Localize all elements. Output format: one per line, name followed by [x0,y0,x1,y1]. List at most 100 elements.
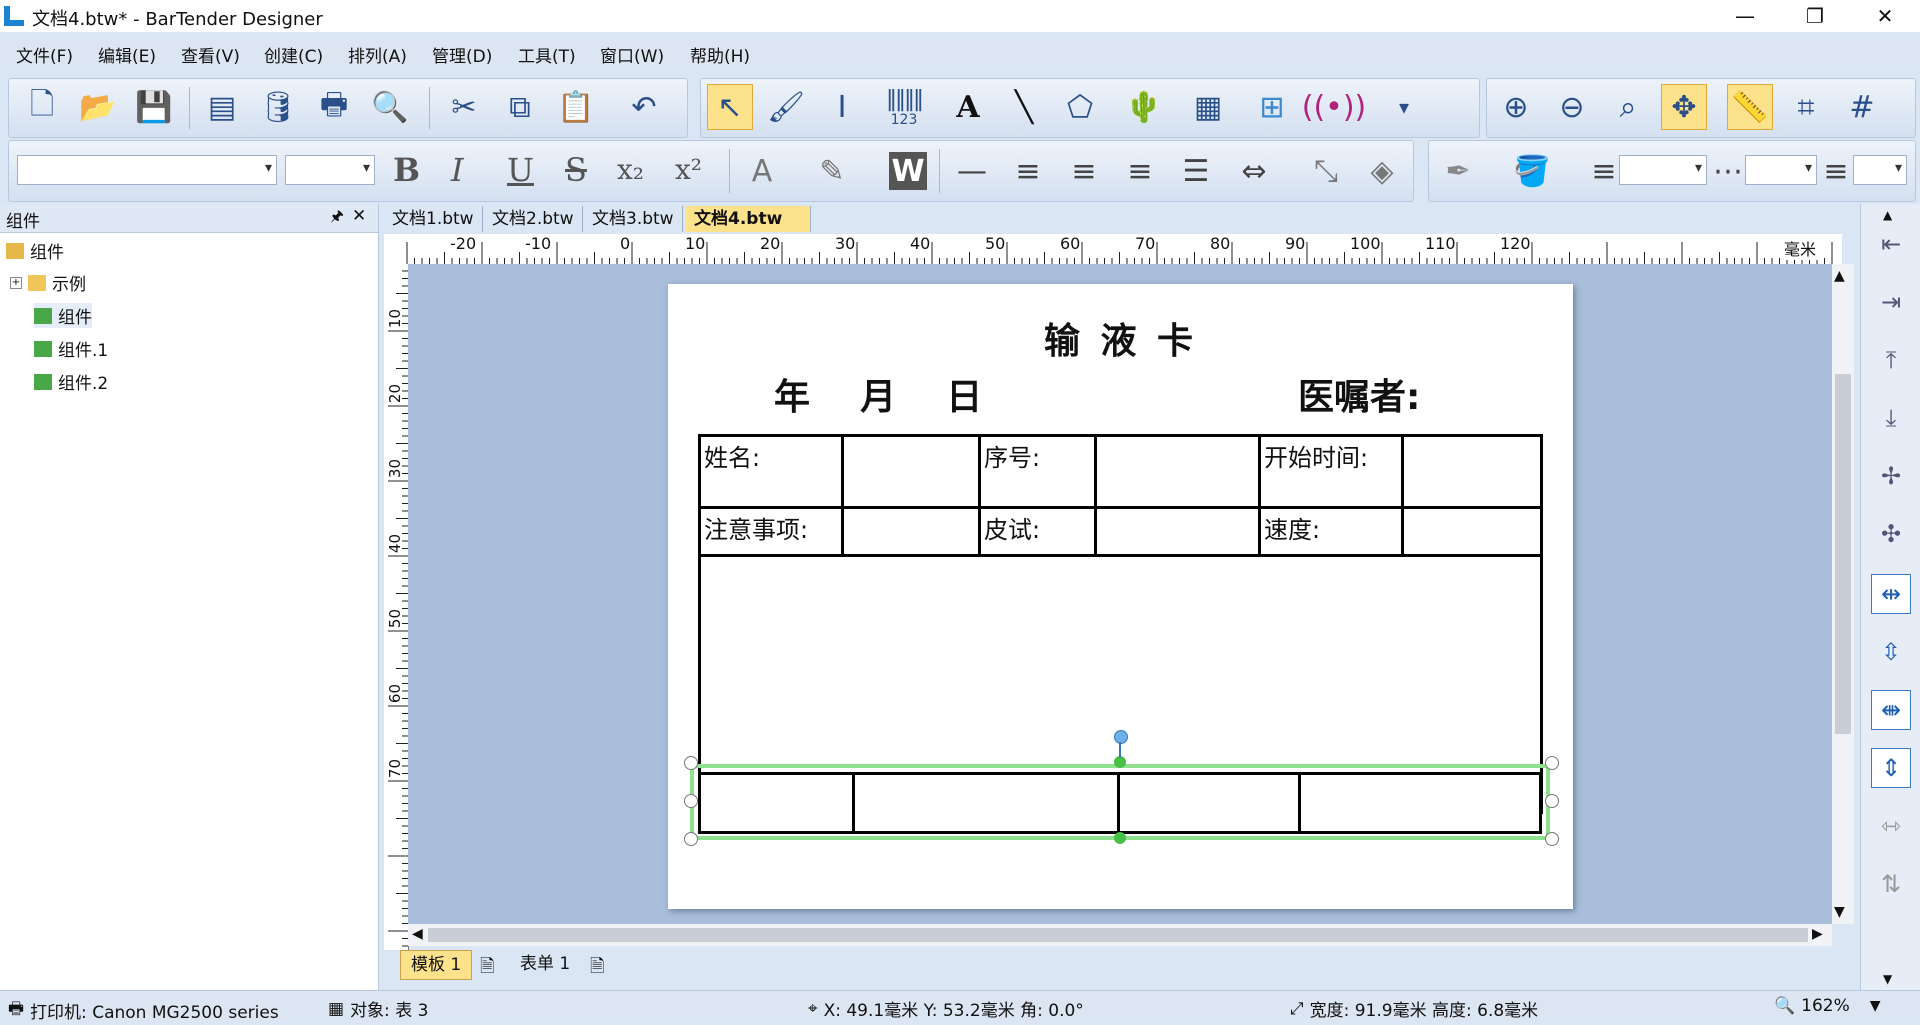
superscript-button[interactable]: x² [675,153,702,186]
resize-handle[interactable] [684,794,698,808]
font-color-icon[interactable]: A [739,148,785,194]
menu-help[interactable]: 帮助(H) [690,42,750,67]
save-icon[interactable]: 💾 [131,84,177,130]
scroll-thumb[interactable] [1835,374,1851,734]
table-cell[interactable]: 皮试: [984,510,1040,545]
italic-button[interactable]: I [451,151,464,189]
grid-toggle-icon[interactable]: # [1839,84,1885,130]
line-tool-icon[interactable]: ╲ [1001,84,1047,130]
menu-tools[interactable]: 工具(T) [518,42,576,67]
resize-handle[interactable] [1545,794,1559,808]
scroll-thumb[interactable] [428,928,1808,942]
align-center-icon[interactable]: ≡ [1061,148,1107,194]
pin-icon[interactable]: 🖈 [330,206,344,231]
line-weight-select[interactable] [1619,155,1707,185]
cut-icon[interactable]: ✂ [441,84,487,130]
tab-doc4[interactable]: 文档4.btw ✕ [686,206,811,255]
barcode-tool-icon[interactable]: ‖‖‖‖ 123 [881,84,927,130]
line-end-select[interactable] [1853,155,1907,185]
line-align-icon[interactable]: — [949,148,995,194]
open-folder-icon[interactable]: 📂 [75,84,121,130]
strikethrough-button[interactable]: S [565,151,587,189]
print-icon[interactable]: 🖶 [311,84,357,130]
selected-table[interactable] [690,764,1550,840]
new-document-icon[interactable]: 🗋 [19,84,65,130]
align-right-icon[interactable]: ≡ [1117,148,1163,194]
tree-item-component-2[interactable]: 组件.2 [34,369,108,394]
align-left-icon[interactable]: ≡ [1005,148,1051,194]
database-icon[interactable]: 🛢 [255,84,301,130]
toolbar-more-icon[interactable]: ▾ [1381,84,1427,130]
align-left-edge-icon[interactable]: ⇤ [1871,224,1911,264]
expand-icon[interactable]: + [10,276,22,289]
resize-handle[interactable] [684,756,698,770]
zoom-status[interactable]: 🔍 162% ▼ [1774,996,1881,1016]
pointer-tool-icon[interactable]: ↖ [707,84,753,130]
rfid-tool-icon[interactable]: ((•)) [1302,84,1367,130]
line-color-icon[interactable]: ✒ [1435,148,1481,194]
justify-icon[interactable]: ☰ [1173,148,1219,194]
underline-button[interactable]: U [507,151,534,189]
tree-item-component[interactable]: 组件 [34,303,92,328]
table-cell[interactable]: 速度: [1264,510,1320,545]
shape-tool-icon[interactable]: ⬠ [1057,84,1103,130]
resize-handle[interactable] [1545,832,1559,846]
print-preview-icon[interactable]: 🔍 [367,84,413,130]
rotate-handle[interactable] [1114,730,1128,744]
resize-icon[interactable]: ⤡ [1303,148,1349,194]
align-horizontal-center-icon[interactable]: ✢ [1871,456,1911,496]
center-vertically-icon[interactable]: ⇳ [1871,632,1911,672]
resize-handle[interactable] [1545,756,1559,770]
ruler-toggle-icon[interactable]: 📏 [1727,84,1773,130]
zoom-out-icon[interactable]: ⊖ [1549,84,1595,130]
center-horizontally-icon[interactable]: ⇹ [1871,574,1911,614]
grid-table-icon[interactable]: ⊞ [1249,84,1295,130]
undo-icon[interactable]: ↶ [621,84,667,130]
horizontal-scrollbar[interactable]: ◀ ▶ [408,924,1832,946]
resize-handle[interactable] [684,832,698,846]
panel-scroll-down-icon[interactable]: ▼ [1883,972,1892,986]
line-style-select[interactable] [1745,155,1817,185]
fit-page-icon[interactable]: ✥ [1661,84,1707,130]
text-cursor-icon[interactable]: I [819,84,865,130]
panel-close-icon[interactable]: ✕ [352,206,366,226]
tab-doc3[interactable]: 文档3.btw [584,206,683,232]
page-setup-icon[interactable]: ▤ [199,84,245,130]
highlight-icon[interactable]: ✎ [809,148,855,194]
fill-color-icon[interactable]: 🪣 [1509,148,1555,194]
menu-edit[interactable]: 编辑(E) [98,42,156,67]
scroll-up-icon[interactable]: ▲ [1834,268,1845,284]
tab-doc1[interactable]: 文档1.btw [384,206,483,232]
align-vertical-center-icon[interactable]: ✣ [1871,514,1911,554]
zoom-in-icon[interactable]: ⊕ [1493,84,1539,130]
align-right-edge-icon[interactable]: ⇥ [1871,282,1911,322]
design-canvas[interactable]: 输 液 卡 年 月 日 医嘱者: 姓名: 序号: 开始时间: 注意事项: 皮试:… [408,264,1832,924]
distribute-vertically-icon[interactable]: ⇕ [1871,748,1911,788]
watermark-icon[interactable]: W [889,152,927,190]
fit-width-icon[interactable]: ⇔ [1231,148,1277,194]
table-cell[interactable]: 姓名: [704,438,760,473]
tab-template-1[interactable]: 模板 1 [400,950,473,980]
subscript-button[interactable]: x₂ [617,153,644,186]
format-painter-icon[interactable]: 🖌 [763,84,809,130]
tab-doc2[interactable]: 文档2.btw [484,206,583,232]
menu-view[interactable]: 查看(V) [181,42,240,67]
resize-handle[interactable] [1114,832,1126,844]
table-tool-icon[interactable]: ▦ [1185,84,1231,130]
copy-icon[interactable]: ⧉ [497,84,543,130]
panel-scroll-up-icon[interactable]: ▲ [1883,208,1892,222]
scroll-down-icon[interactable]: ▼ [1834,904,1845,920]
menu-arrange[interactable]: 排列(A) [348,42,407,67]
tab-form-1[interactable]: 表单 1 [510,950,580,978]
align-bottom-edge-icon[interactable]: ⤓ [1871,398,1911,438]
distribute-horizontally-icon[interactable]: ⇼ [1871,690,1911,730]
minimize-button[interactable]: — [1710,0,1780,32]
font-size-select[interactable] [285,155,375,185]
close-button[interactable]: ✕ [1850,0,1920,32]
table-cell[interactable]: 开始时间: [1264,438,1368,473]
text-tool-icon[interactable]: A [945,84,991,130]
space-horizontally-icon[interactable]: ⇿ [1871,806,1911,846]
printer-status[interactable]: 🖶 打印机: Canon MG2500 series [8,996,279,1025]
crop-marks-icon[interactable]: ⌗ [1783,84,1829,130]
space-vertically-icon[interactable]: ⇅ [1871,864,1911,904]
